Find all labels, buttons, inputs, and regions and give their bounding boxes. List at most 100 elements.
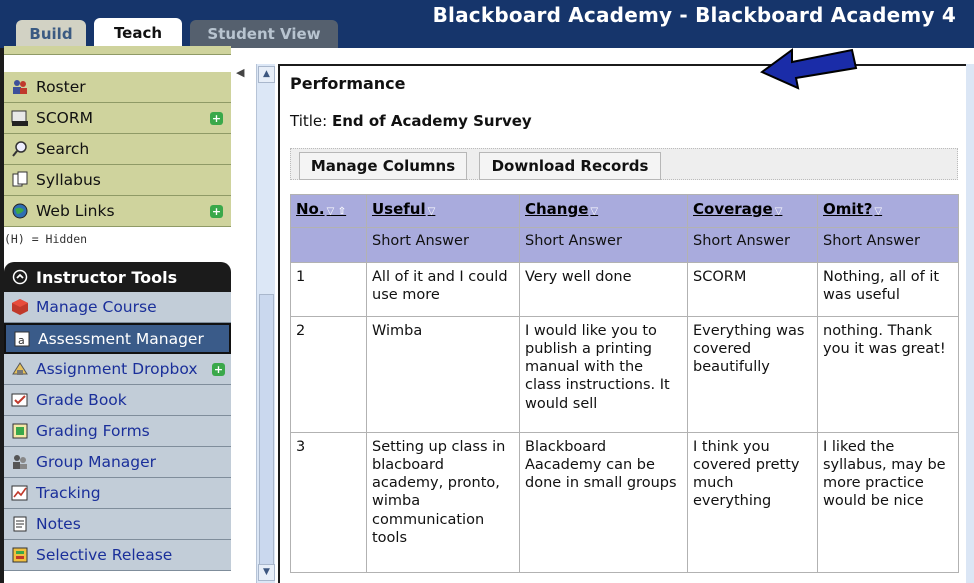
page-heading: Performance [290,74,406,93]
table-row: 1 All of it and I could use more Very we… [290,262,959,317]
tool-manage-course[interactable]: Manage Course [4,292,231,323]
tool-label: Tracking [36,484,101,502]
tab-teach[interactable]: Teach [94,18,182,48]
instructor-tools-header[interactable]: Instructor Tools [4,262,231,292]
table-cell: 3 [290,432,367,573]
tool-label: Grade Book [36,391,127,409]
tab-student-view[interactable]: Student View [190,20,338,48]
manage-columns-button[interactable]: Manage Columns [299,152,467,180]
sidebar-item-label: Web Links [36,202,115,220]
tool-label: Manage Course [36,298,157,316]
col-coverage-header[interactable]: Coverage ▽ [687,194,818,228]
add-icon[interactable]: + [212,362,225,376]
release-icon [10,545,30,565]
tool-assignment-dropbox[interactable]: Assignment Dropbox + [4,354,231,385]
tab-build[interactable]: Build [16,20,86,48]
magnifier-icon [10,139,30,159]
col-change-header[interactable]: Change ▽ [519,194,688,228]
scorm-icon [10,108,30,128]
type-cell: Short Answer [687,227,818,263]
sidebar-item-label: Syllabus [36,171,101,189]
globe-icon [10,201,30,221]
sidebar-item-label: SCORM [36,109,94,127]
col-omit-header[interactable]: Omit? ▽ [817,194,959,228]
type-cell: Short Answer [817,227,959,263]
tool-label: Assignment Dropbox [36,360,198,378]
instructor-tools-title: Instructor Tools [36,267,178,287]
table-cell: Nothing, all of it was useful [817,262,959,317]
sidebar-item-search[interactable]: Search [4,134,231,165]
table-cell: 2 [290,316,367,433]
type-cell: Short Answer [519,227,688,263]
table-cell: All of it and I could use more [366,262,520,317]
sidebar-item-scorm[interactable]: SCORM + [4,103,231,134]
table-cell: SCORM [687,262,818,317]
col-no-header[interactable]: No. ▽ ⇧ [290,194,367,228]
assessment-icon: a [12,329,32,349]
tool-grade-book[interactable]: Grade Book [4,385,231,416]
scroll-thumb[interactable] [259,294,274,576]
sidebar-item-roster[interactable]: Roster [4,72,231,103]
sidebar-scrollbar[interactable]: ▲ ▼ [256,64,275,583]
download-records-button[interactable]: Download Records [479,152,661,180]
tool-label: Assessment Manager [38,329,204,348]
svg-text:a: a [18,334,25,347]
sidebar-item-label: Search [36,140,90,158]
table-cell: Setting up class in blacboard academy, p… [366,432,520,573]
table-cell: 1 [290,262,367,317]
table-row: 3 Setting up class in blacboard academy,… [290,432,959,573]
main-scrollbar[interactable] [966,64,974,583]
cube-icon [10,297,30,317]
add-icon[interactable]: + [210,111,223,125]
grading-forms-icon [10,421,30,441]
tool-selective-release[interactable]: Selective Release [4,540,231,571]
table-cell: I liked the syllabus, may be more practi… [817,432,959,573]
collapse-icon[interactable] [10,267,30,287]
tool-assessment-manager[interactable]: a Assessment Manager [4,323,231,354]
sidebar-item-partial [4,46,231,55]
table-cell: I think you covered pretty much everythi… [687,432,818,573]
table-cell: nothing. Thank you it was great! [817,316,959,433]
tool-label: Group Manager [36,453,157,471]
scroll-up-arrow[interactable]: ▲ [258,66,275,83]
tool-label: Selective Release [36,546,173,564]
survey-title: End of Academy Survey [331,112,532,130]
table-cell: I would like you to publish a printing m… [519,316,688,433]
type-cell: Short Answer [366,227,520,263]
table-cell: Very well done [519,262,688,317]
results-table: No. ▽ ⇧ Useful ▽ Change ▽ Coverage ▽ Omit? ▽ … [290,194,959,573]
dropbox-icon [10,359,30,379]
people-icon [10,77,30,97]
scroll-down-arrow[interactable]: ▼ [258,564,275,581]
hidden-legend: (H) = Hidden [4,232,88,246]
col-useful-header[interactable]: Useful ▽ [366,194,520,228]
app-title: Blackboard Academy - Blackboard Academy … [432,3,956,27]
table-cell: Blackboard Aacademy can be done in small… [519,432,688,573]
tool-label: Grading Forms [36,422,150,440]
survey-title-line: Title: End of Academy Survey [290,112,532,130]
collapse-sidebar-arrow[interactable]: ◀ [236,66,244,79]
tool-tracking[interactable]: Tracking [4,478,231,509]
tool-group-manager[interactable]: Group Manager [4,447,231,478]
group-icon [10,452,30,472]
callout-arrow-icon [760,48,858,90]
results-table-wrap: No. ▽ ⇧ Useful ▽ Change ▽ Coverage ▽ Omit? ▽ … [290,194,959,573]
sidebar-item-syllabus[interactable]: Syllabus [4,165,231,196]
tool-label: Notes [36,515,81,533]
sidebar-item-web-links[interactable]: Web Links + [4,196,231,227]
table-cell: Everything was covered beautifully [687,316,818,433]
type-cell [290,227,367,263]
add-icon[interactable]: + [210,204,223,218]
table-row: 2 Wimba I would like you to publish a pr… [290,316,959,433]
gradebook-icon [10,390,30,410]
table-cell: Wimba [366,316,520,433]
sidebar: Roster SCORM + Search Syllabus Web Links… [0,46,233,583]
action-toolbar: Manage Columns Download Records [290,148,958,180]
tracking-icon [10,483,30,503]
syllabus-icon [10,170,30,190]
tool-grading-forms[interactable]: Grading Forms [4,416,231,447]
tool-notes[interactable]: Notes [4,509,231,540]
title-label: Title: [290,112,328,130]
main-content: Performance Title: End of Academy Survey… [278,64,968,583]
notes-icon [10,514,30,534]
